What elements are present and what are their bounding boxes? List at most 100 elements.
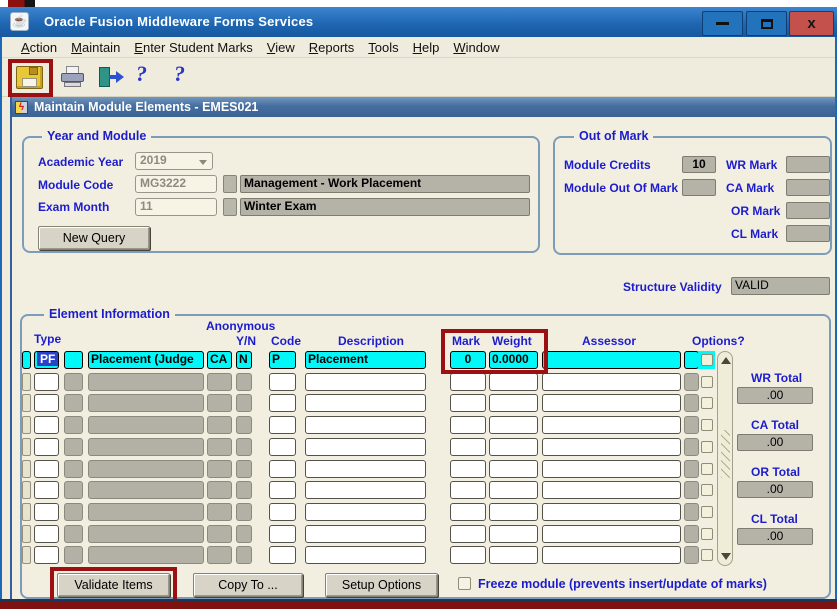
help-icon[interactable]: ?: [136, 62, 147, 86]
cell-type-row4[interactable]: [34, 416, 59, 434]
menu-maintain[interactable]: Maintain: [64, 40, 127, 55]
options-checkbox-row1[interactable]: [701, 354, 713, 366]
cell-description-row3[interactable]: [305, 394, 426, 412]
menu-reports[interactable]: Reports: [302, 40, 362, 55]
module-code-field[interactable]: MG3222: [135, 175, 217, 193]
close-button[interactable]: x: [789, 11, 834, 36]
cell-options-row1[interactable]: [684, 351, 699, 369]
options-checkbox-row6[interactable]: [701, 463, 713, 475]
print-icon[interactable]: [60, 66, 86, 89]
cell-mark-row6[interactable]: [450, 460, 486, 478]
cell-mark-row2[interactable]: [450, 373, 486, 391]
cell-mark-row10[interactable]: [450, 546, 486, 564]
cell-blank-row1[interactable]: [64, 351, 83, 369]
cell-code-row1[interactable]: P: [269, 351, 296, 369]
cell-yn-row1[interactable]: N: [236, 351, 252, 369]
menu-view[interactable]: View: [260, 40, 302, 55]
setup-options-button[interactable]: Setup Options: [325, 573, 438, 597]
cell-weight-row2[interactable]: [489, 373, 538, 391]
cell-type-description-row1[interactable]: Placement (Judge: [88, 351, 204, 369]
freeze-module-checkbox[interactable]: [458, 577, 471, 590]
cell-description-row8[interactable]: [305, 503, 426, 521]
cell-type-row2[interactable]: [34, 373, 59, 391]
cell-code-row5[interactable]: [269, 438, 296, 456]
cell-description-row7[interactable]: [305, 481, 426, 499]
cell-assessor-row1[interactable]: [542, 351, 681, 369]
cell-type-row9[interactable]: [34, 525, 59, 543]
cell-assessor-row8[interactable]: [542, 503, 681, 521]
cell-code-row3[interactable]: [269, 394, 296, 412]
cell-weight-row10[interactable]: [489, 546, 538, 564]
validate-items-button[interactable]: Validate Items: [57, 573, 170, 597]
cell-weight-row6[interactable]: [489, 460, 538, 478]
menu-enter-student-marks[interactable]: Enter Student Marks: [127, 40, 260, 55]
cell-type-row7[interactable]: [34, 481, 59, 499]
options-checkbox-row7[interactable]: [701, 484, 713, 496]
cell-description-row1[interactable]: Placement: [305, 351, 426, 369]
cell-indicator-row1[interactable]: [22, 351, 31, 369]
cell-type-row3[interactable]: [34, 394, 59, 412]
cell-code-row6[interactable]: [269, 460, 296, 478]
cell-code-row8[interactable]: [269, 503, 296, 521]
module-code-lov-button[interactable]: [223, 175, 237, 193]
scrollbar-thumb[interactable]: [721, 430, 730, 478]
cell-weight-row4[interactable]: [489, 416, 538, 434]
grid-scrollbar[interactable]: [717, 351, 733, 566]
options-checkbox-row5[interactable]: [701, 441, 713, 453]
chevron-down-icon[interactable]: [199, 160, 207, 165]
cell-type-row8[interactable]: [34, 503, 59, 521]
cell-mark-row5[interactable]: [450, 438, 486, 456]
options-checkbox-row10[interactable]: [701, 549, 713, 561]
copy-to-button[interactable]: Copy To ...: [193, 573, 303, 597]
cell-description-row9[interactable]: [305, 525, 426, 543]
minimize-button[interactable]: [702, 11, 743, 36]
cell-type-row5[interactable]: [34, 438, 59, 456]
cell-mark-row8[interactable]: [450, 503, 486, 521]
cell-type-row6[interactable]: [34, 460, 59, 478]
options-checkbox-row2[interactable]: [701, 376, 713, 388]
cell-weight-row8[interactable]: [489, 503, 538, 521]
cell-assessor-row6[interactable]: [542, 460, 681, 478]
cell-mark-row7[interactable]: [450, 481, 486, 499]
cell-weight-row3[interactable]: [489, 394, 538, 412]
cell-code-row10[interactable]: [269, 546, 296, 564]
options-checkbox-row8[interactable]: [701, 506, 713, 518]
cell-assessor-row9[interactable]: [542, 525, 681, 543]
cell-assessor-row4[interactable]: [542, 416, 681, 434]
cell-weight-row1[interactable]: 0.0000: [489, 351, 538, 369]
cell-description-row5[interactable]: [305, 438, 426, 456]
menu-help[interactable]: Help: [406, 40, 447, 55]
new-query-button[interactable]: New Query: [38, 226, 150, 250]
cell-weight-row5[interactable]: [489, 438, 538, 456]
save-icon[interactable]: [16, 66, 43, 89]
cell-mark-row1[interactable]: 0: [450, 351, 486, 369]
help-icon-2[interactable]: ?: [174, 62, 185, 86]
cell-assessor-row2[interactable]: [542, 373, 681, 391]
menu-window[interactable]: Window: [446, 40, 506, 55]
cell-weight-row7[interactable]: [489, 481, 538, 499]
scrollbar-down-icon[interactable]: [721, 553, 731, 560]
options-checkbox-row4[interactable]: [701, 419, 713, 431]
academic-year-field[interactable]: 2019: [135, 152, 213, 170]
cell-ca-row1[interactable]: CA: [207, 351, 232, 369]
exam-month-field[interactable]: 11: [135, 198, 217, 216]
cell-assessor-row7[interactable]: [542, 481, 681, 499]
exam-month-lov-button[interactable]: [223, 198, 237, 216]
exit-icon[interactable]: [97, 66, 124, 89]
cell-description-row2[interactable]: [305, 373, 426, 391]
cell-mark-row3[interactable]: [450, 394, 486, 412]
cell-type-row10[interactable]: [34, 546, 59, 564]
options-checkbox-row3[interactable]: [701, 397, 713, 409]
menu-action[interactable]: Action: [14, 40, 64, 55]
menu-tools[interactable]: Tools: [361, 40, 405, 55]
cell-mark-row9[interactable]: [450, 525, 486, 543]
cell-type-row1[interactable]: PF: [34, 351, 59, 369]
cell-description-row6[interactable]: [305, 460, 426, 478]
cell-assessor-row10[interactable]: [542, 546, 681, 564]
cell-mark-row4[interactable]: [450, 416, 486, 434]
cell-code-row9[interactable]: [269, 525, 296, 543]
options-checkbox-row9[interactable]: [701, 528, 713, 540]
cell-description-row10[interactable]: [305, 546, 426, 564]
cell-code-row4[interactable]: [269, 416, 296, 434]
cell-code-row2[interactable]: [269, 373, 296, 391]
